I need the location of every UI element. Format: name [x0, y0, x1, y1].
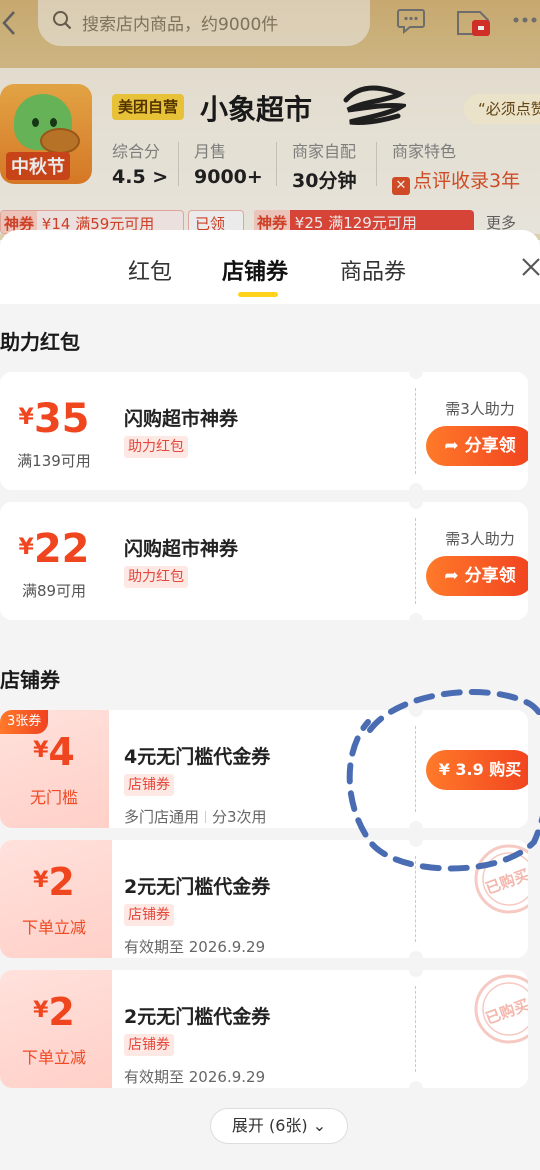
divider — [415, 726, 416, 812]
assist-requirement: 需3人助力 — [445, 530, 515, 548]
buy-coupon-button[interactable]: ¥ 3.9 购买 — [426, 750, 528, 790]
tab-product-coupon[interactable]: 商品券 — [340, 254, 406, 286]
coupon-usage-note: 多门店通用 分3次用 — [124, 808, 267, 826]
svg-text:已购买: 已购买 — [483, 866, 528, 898]
coupon-amount: ¥2 — [33, 990, 75, 1034]
coupon-condition: 下单立减 — [21, 918, 86, 937]
coupon-tag: 店铺券 — [124, 774, 174, 796]
coupon-left-panel: ¥2 下单立减 — [0, 970, 112, 1088]
assist-coupon-card: ¥35 满139可用 闪购超市神券 助力红包 需3人助力 ➦ 分享领 — [0, 372, 528, 490]
coupon-tabs: 红包 店铺券 商品券 — [0, 230, 540, 304]
coupon-expiry: 有效期至 2026.9.29 — [124, 938, 266, 956]
coupon-tag: 助力红包 — [124, 436, 188, 458]
store-coupon-card: 3张券 ¥4 无门槛 4元无门槛代金券 店铺券 多门店通用 分3次用 ¥ 3.9 … — [0, 710, 528, 828]
assist-requirement: 需3人助力 — [445, 400, 515, 418]
coupon-title: 闪购超市神券 — [124, 408, 239, 430]
svg-text:已购买: 已购买 — [483, 996, 528, 1028]
assist-coupon-card: ¥22 满89可用 闪购超市神券 助力红包 需3人助力 ➦ 分享领 — [0, 502, 528, 620]
store-coupon-card: ¥2 下单立减 2元无门槛代金券 店铺券 有效期至 2026.9.29 已购买 — [0, 970, 528, 1088]
share-claim-button[interactable]: ➦ 分享领 — [426, 426, 528, 466]
coupon-title: 4元无门槛代金券 — [124, 746, 271, 768]
tab-red-packet[interactable]: 红包 — [128, 254, 172, 286]
coupon-amount: ¥2 — [33, 860, 75, 904]
coupon-title: 2元无门槛代金券 — [124, 1006, 271, 1028]
coupon-expiry: 有效期至 2026.9.29 — [124, 1068, 266, 1086]
coupon-condition: 下单立减 — [21, 1048, 86, 1067]
share-icon: ➦ — [444, 436, 465, 456]
coupon-sheet: 红包 店铺券 商品券 助力红包 ¥35 满139可用 闪购超市神券 助力红包 需… — [0, 230, 540, 1170]
coupon-amount: ¥22 — [18, 526, 90, 572]
section-title-store-coupon: 店铺券 — [0, 668, 60, 692]
coupon-tag: 店铺券 — [124, 904, 174, 926]
share-claim-button[interactable]: ➦ 分享领 — [426, 556, 528, 596]
coupon-left-panel: ¥2 下单立减 — [0, 840, 112, 958]
chevron-down-icon: ⌄ — [312, 1116, 327, 1135]
active-tab-indicator — [238, 292, 278, 297]
coupon-condition: 满89可用 — [21, 582, 87, 600]
purchased-stamp: 已购买 — [474, 974, 528, 1044]
divider — [415, 518, 416, 604]
coupon-condition: 无门槛 — [29, 788, 78, 807]
coupon-title: 2元无门槛代金券 — [124, 876, 271, 898]
coupon-tag: 助力红包 — [124, 566, 188, 588]
overlay-dim — [0, 0, 540, 240]
expand-button[interactable]: 展开 (6张) ⌄ — [210, 1108, 348, 1144]
divider — [415, 388, 416, 474]
coupon-condition: 满139可用 — [17, 452, 91, 470]
close-icon[interactable] — [520, 256, 540, 278]
tab-store-coupon[interactable]: 店铺券 — [222, 254, 288, 286]
coupon-amount: ¥35 — [18, 396, 90, 442]
purchased-stamp: 已购买 — [474, 844, 528, 914]
coupon-amount: ¥4 — [33, 730, 75, 774]
store-coupon-card: ¥2 下单立减 2元无门槛代金券 店铺券 有效期至 2026.9.29 已购买 — [0, 840, 528, 958]
section-title-assist: 助力红包 — [0, 330, 80, 354]
coupon-title: 闪购超市神券 — [124, 538, 239, 560]
divider — [415, 856, 416, 942]
coupon-left-panel: 3张券 ¥4 无门槛 — [0, 710, 112, 828]
divider — [415, 986, 416, 1072]
share-icon: ➦ — [444, 566, 465, 586]
coupon-tag: 店铺券 — [124, 1034, 174, 1056]
